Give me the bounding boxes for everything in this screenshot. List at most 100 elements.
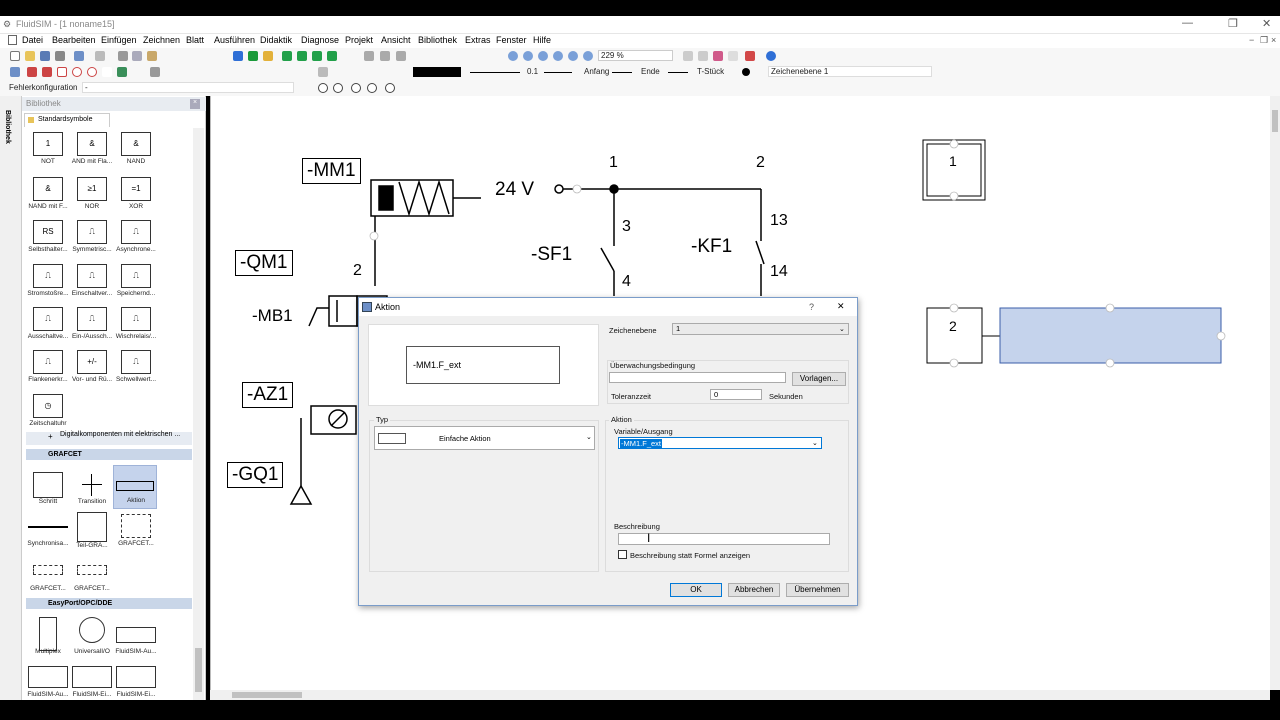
mdi-restore[interactable]: ❐ <box>1260 35 1268 46</box>
zoom-fit-icon[interactable] <box>538 51 548 61</box>
line-style-select[interactable] <box>470 72 520 73</box>
library-vertical-tab[interactable]: Bibliothek <box>0 96 22 700</box>
grid-toggle-icon[interactable] <box>318 67 328 77</box>
paste-icon[interactable] <box>147 51 157 61</box>
library-tile[interactable]: & NAND mit F... <box>26 175 70 215</box>
open-icon[interactable] <box>25 51 35 61</box>
image-icon[interactable] <box>117 67 127 77</box>
redo-icon[interactable] <box>95 51 105 61</box>
easyport-section-header[interactable]: EasyPort/OPC/DDE <box>26 598 192 609</box>
menu-blatt[interactable]: Blatt <box>186 35 204 45</box>
library-tile[interactable]: ⎍ Flankenerkr... <box>26 348 70 388</box>
library-tile[interactable]: & NAND <box>114 130 158 170</box>
zoom-100-icon[interactable] <box>583 51 593 61</box>
align-left-icon[interactable] <box>364 51 374 61</box>
library-tile[interactable]: ⎍ Wischrelais/... <box>114 305 158 345</box>
play-icon[interactable] <box>248 51 258 61</box>
menu-didaktik[interactable]: Didaktik <box>260 35 292 45</box>
layer-select[interactable]: Zeichenebene 1 <box>768 66 932 77</box>
grafcet-section-header[interactable]: GRAFCET <box>26 449 192 460</box>
library-close-icon[interactable]: × <box>190 99 200 109</box>
line-color-swatch[interactable] <box>413 67 461 77</box>
zoom-out-icon[interactable] <box>523 51 533 61</box>
canvas-hscroll-thumb[interactable] <box>232 692 302 698</box>
ok-button[interactable]: OK <box>670 583 722 597</box>
menu-datei[interactable]: Datei <box>22 35 43 45</box>
menu-hilfe[interactable]: Hilfe <box>533 35 551 45</box>
dialog-close-button[interactable]: ✕ <box>837 301 845 312</box>
library-tile[interactable]: ⎍ Einschaltver... <box>70 262 114 302</box>
easyport-tile[interactable]: FluidSIM-Ei... <box>70 658 114 698</box>
canvas-vscroll-thumb[interactable] <box>1272 110 1278 132</box>
copy-icon[interactable] <box>132 51 142 61</box>
grafcet-tile-grafcet3[interactable]: GRAFCET... <box>70 555 114 595</box>
library-tile[interactable]: ⎍ Asynchrone... <box>114 218 158 258</box>
library-tile[interactable]: ⎍ Stromstoßre... <box>26 262 70 302</box>
easyport-tile[interactable]: FluidSIM-Au... <box>26 658 70 698</box>
library-tile[interactable]: ⎍ Speichernd... <box>114 262 158 302</box>
library-tile[interactable]: & AND mit Fla... <box>70 130 114 170</box>
align-center-icon[interactable] <box>380 51 390 61</box>
cut-icon[interactable] <box>118 51 128 61</box>
zoom-value[interactable]: 229 % <box>598 50 673 61</box>
minimize-button[interactable]: — <box>1182 17 1193 29</box>
step-back-icon[interactable] <box>282 51 292 61</box>
menu-projekt[interactable]: Projekt <box>345 35 373 45</box>
select-arrow-icon[interactable] <box>10 67 20 77</box>
dialog-help-button[interactable]: ? <box>809 302 814 312</box>
mdi-close[interactable]: × <box>1271 35 1276 45</box>
check-icon[interactable] <box>745 51 755 61</box>
fault-icon-2[interactable] <box>333 83 343 93</box>
grafcet-tile-transition[interactable]: Transition <box>70 470 114 510</box>
library-tile[interactable]: ⎍ Symmetrisc... <box>70 218 114 258</box>
menu-bibliothek[interactable]: Bibliothek <box>418 35 457 45</box>
new-icon[interactable] <box>10 51 20 61</box>
text-icon[interactable] <box>102 67 112 77</box>
fault-icon-4[interactable] <box>367 83 377 93</box>
var-select[interactable]: -MM1.F_ext ⌄ <box>618 437 822 449</box>
library-tile[interactable]: ⎍ Ein-/Aussch... <box>70 305 114 345</box>
expand-icon[interactable]: + <box>48 433 53 441</box>
canvas-vertical-scrollbar[interactable] <box>1270 96 1280 690</box>
save-icon[interactable] <box>40 51 50 61</box>
line-width-value[interactable]: 0.1 <box>527 67 538 76</box>
library-scrollbar[interactable] <box>193 128 204 700</box>
show-description-checkbox[interactable] <box>618 550 627 559</box>
library-tile[interactable]: ⎍ Ausschaltve... <box>26 305 70 345</box>
step-end-icon[interactable] <box>327 51 337 61</box>
cancel-button[interactable]: Abbrechen <box>728 583 780 597</box>
easyport-tile[interactable]: FluidSIM-Au... <box>114 615 158 655</box>
zoom-page-icon[interactable] <box>553 51 563 61</box>
canvas-horizontal-scrollbar[interactable] <box>210 690 1270 700</box>
page-icon[interactable] <box>728 51 738 61</box>
easyport-tile[interactable]: FluidSIM-Ei... <box>114 658 158 698</box>
fault-icon-3[interactable] <box>351 83 361 93</box>
align-right-icon[interactable] <box>396 51 406 61</box>
menu-ausfuehren[interactable]: Ausführen <box>214 35 255 45</box>
library-scroll-thumb[interactable] <box>195 648 202 692</box>
library-tile[interactable]: ≥1 NOR <box>70 175 114 215</box>
snap-icon[interactable] <box>698 51 708 61</box>
pause-icon[interactable] <box>263 51 273 61</box>
error-config-select[interactable]: - <box>82 82 294 93</box>
library-tile[interactable]: +/- Vor- und Rü... <box>70 348 114 388</box>
grafcet-tile-step[interactable]: Schritt <box>26 470 70 510</box>
easyport-tile[interactable]: Multiplex <box>26 615 70 655</box>
grid-icon[interactable] <box>683 51 693 61</box>
library-tile[interactable]: ◷ Zeitschaltuhr <box>26 392 70 432</box>
easyport-tile[interactable]: UniversalI/O <box>70 615 114 655</box>
menu-bearbeiten[interactable]: Bearbeiten <box>52 35 96 45</box>
grafcet-tile-partial[interactable]: Teil-GRA... <box>70 510 114 550</box>
help-icon[interactable] <box>766 51 776 61</box>
print-icon[interactable] <box>55 51 65 61</box>
menu-fenster[interactable]: Fenster <box>496 35 527 45</box>
menu-einfuegen[interactable]: Einfügen <box>101 35 137 45</box>
templates-button[interactable]: Vorlagen... <box>792 372 846 386</box>
zoom-in-icon[interactable] <box>508 51 518 61</box>
fault-icon-1[interactable] <box>318 83 328 93</box>
menu-zeichnen[interactable]: Zeichnen <box>143 35 180 45</box>
stop-icon[interactable] <box>233 51 243 61</box>
library-tile[interactable]: ⎍ Schwellwert... <box>114 348 158 388</box>
zoom-window-icon[interactable] <box>568 51 578 61</box>
step-forward-icon[interactable] <box>312 51 322 61</box>
